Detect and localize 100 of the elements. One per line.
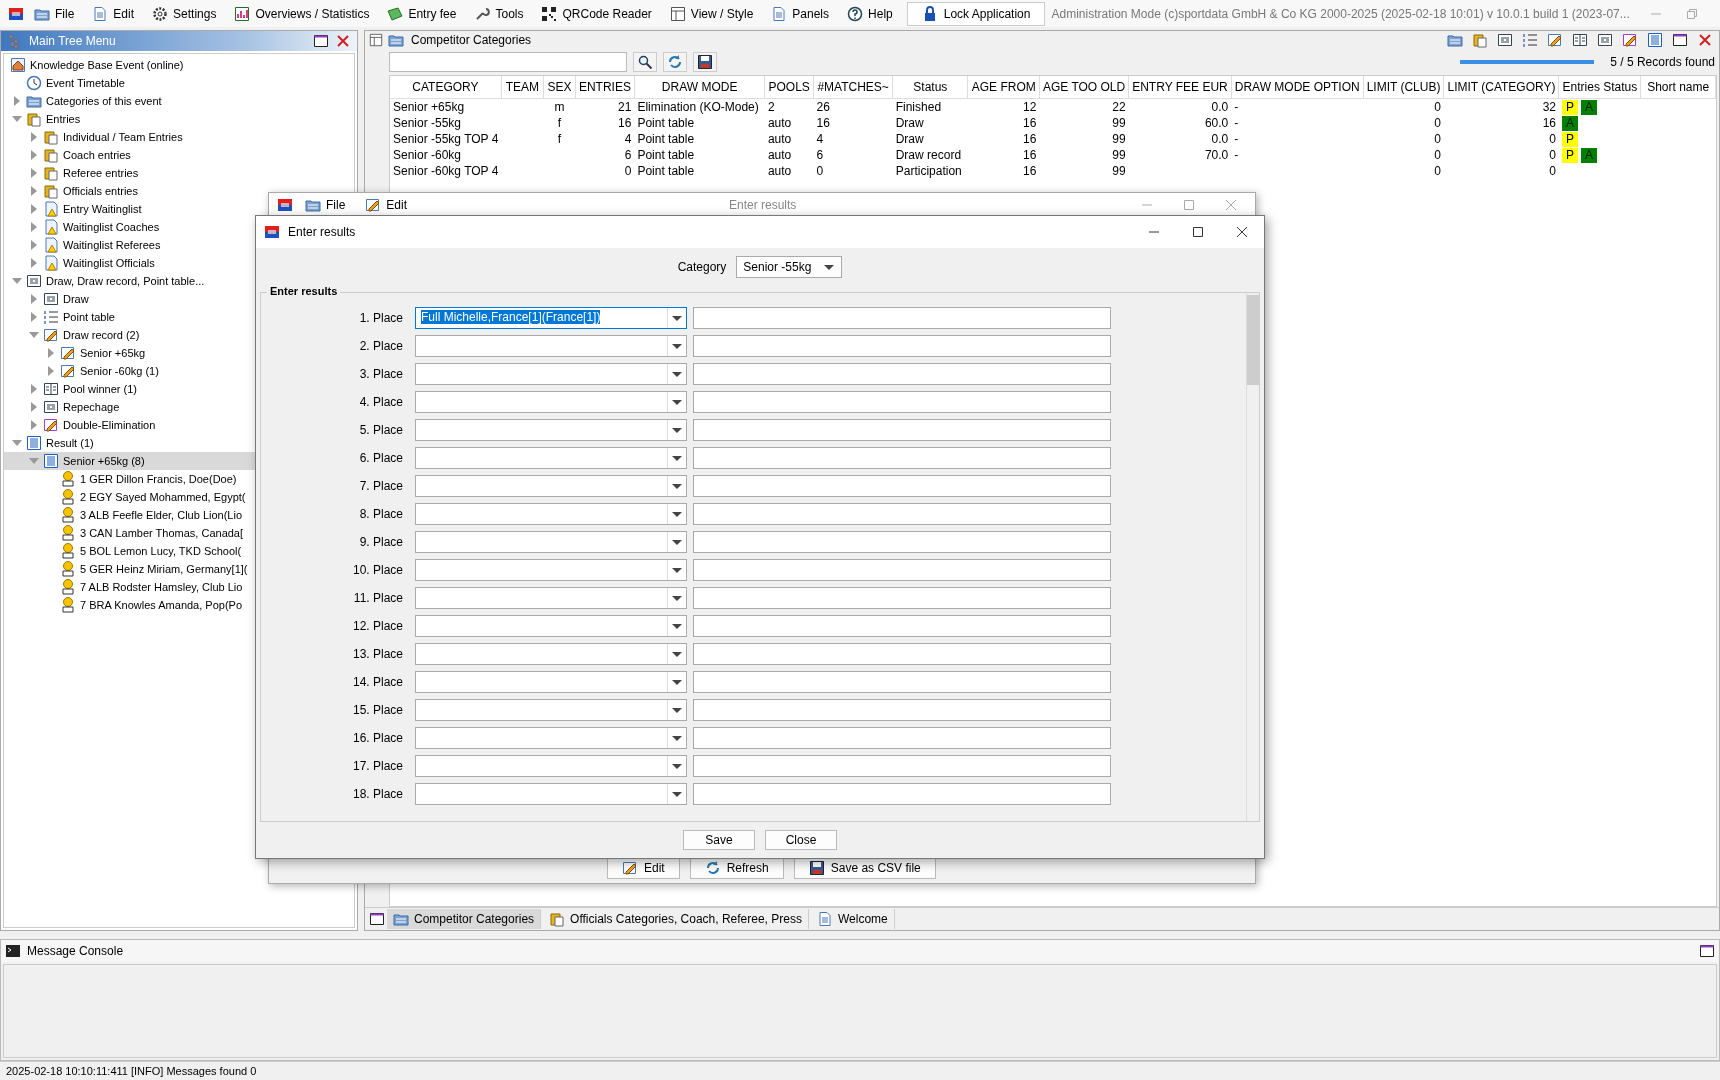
column-header[interactable]: DRAW MODE bbox=[634, 76, 765, 99]
menu-item[interactable]: Help bbox=[839, 3, 901, 24]
toolbar-button[interactable]: Edit bbox=[607, 857, 680, 879]
tree-item[interactable]: Repechage bbox=[4, 398, 354, 416]
expander-icon[interactable] bbox=[29, 294, 39, 304]
tree-item[interactable]: 5 GER Heinz Miriam, Germany[1]( bbox=[4, 560, 354, 578]
toolbar-button[interactable]: Save as CSV file bbox=[793, 857, 936, 879]
place-dropdown[interactable] bbox=[415, 475, 687, 497]
menu-item[interactable]: Entry fee bbox=[379, 3, 465, 24]
expander-icon[interactable] bbox=[29, 312, 39, 322]
tab[interactable]: Welcome bbox=[810, 909, 895, 929]
tree-item[interactable]: Senior -60kg (1) bbox=[4, 362, 354, 380]
column-header[interactable]: Entries Status bbox=[1559, 76, 1641, 99]
place-dropdown[interactable] bbox=[415, 419, 687, 441]
tree-item[interactable]: Coach entries bbox=[4, 146, 354, 164]
input-field[interactable] bbox=[693, 559, 1111, 581]
input-field[interactable] bbox=[693, 699, 1111, 721]
input-field[interactable] bbox=[693, 503, 1111, 525]
tree-item[interactable]: 7 ALB Rodster Hamsley, Club Lio bbox=[4, 578, 354, 596]
column-header[interactable]: TEAM bbox=[501, 76, 544, 99]
save-button[interactable] bbox=[693, 52, 717, 72]
input-field[interactable] bbox=[693, 783, 1111, 805]
input-field[interactable] bbox=[693, 475, 1111, 497]
toolbar-button[interactable]: Refresh bbox=[689, 857, 784, 879]
place-dropdown[interactable] bbox=[415, 727, 687, 749]
place-dropdown[interactable] bbox=[415, 391, 687, 413]
column-header[interactable]: CATEGORY bbox=[390, 76, 502, 99]
place-dropdown[interactable] bbox=[415, 615, 687, 637]
tab[interactable]: Competitor Categories bbox=[387, 909, 542, 929]
tree-item[interactable]: Entries bbox=[4, 110, 354, 128]
expander-icon[interactable] bbox=[29, 132, 39, 142]
place-dropdown[interactable] bbox=[415, 503, 687, 525]
place-dropdown[interactable] bbox=[415, 755, 687, 777]
expander-icon[interactable] bbox=[29, 168, 39, 178]
search-button[interactable] bbox=[633, 52, 657, 72]
input-field[interactable] bbox=[693, 727, 1111, 749]
search-field[interactable] bbox=[389, 52, 627, 72]
column-header[interactable]: AGE TOO OLD bbox=[1039, 76, 1129, 99]
tree-item[interactable]: Waitinglist Officials bbox=[4, 254, 354, 272]
tree-item[interactable]: 5 BOL Lemon Lucy, TKD School( bbox=[4, 542, 354, 560]
tree-item[interactable]: Pool winner (1) bbox=[4, 380, 354, 398]
input-field[interactable] bbox=[693, 335, 1111, 357]
column-header[interactable]: DRAW MODE OPTION bbox=[1231, 76, 1364, 99]
scrollbar[interactable] bbox=[1246, 293, 1259, 821]
place-dropdown[interactable] bbox=[415, 559, 687, 581]
tree-item[interactable]: 1 GER Dillon Francis, Doe(Doe) bbox=[4, 470, 354, 488]
place-dropdown[interactable] bbox=[415, 783, 687, 805]
expander-icon[interactable] bbox=[29, 222, 39, 232]
input-field[interactable] bbox=[693, 615, 1111, 637]
input-field[interactable] bbox=[693, 307, 1111, 329]
column-header[interactable]: POOLS bbox=[764, 76, 814, 99]
column-header[interactable]: LIMIT (CLUB) bbox=[1363, 76, 1444, 99]
place-dropdown[interactable] bbox=[415, 363, 687, 385]
expander-icon[interactable] bbox=[29, 420, 39, 430]
tree-item[interactable]: Result (1) bbox=[4, 434, 354, 452]
column-header[interactable]: #MATCHES~ bbox=[813, 76, 893, 99]
expander-icon[interactable] bbox=[29, 384, 39, 394]
expander-icon[interactable] bbox=[46, 348, 56, 358]
column-header[interactable]: Status bbox=[892, 76, 968, 99]
expander-icon[interactable] bbox=[29, 240, 39, 250]
input-field[interactable] bbox=[693, 755, 1111, 777]
input-field[interactable] bbox=[693, 531, 1111, 553]
tree-item[interactable]: Knowledge Base Event (online) bbox=[4, 56, 354, 74]
tree-item[interactable]: 3 CAN Lamber Thomas, Canada[ bbox=[4, 524, 354, 542]
tree-item[interactable]: Event Timetable bbox=[4, 74, 354, 92]
tree-item[interactable]: Double-Elimination bbox=[4, 416, 354, 434]
column-header[interactable]: AGE FROM bbox=[968, 76, 1040, 99]
expander-icon[interactable] bbox=[29, 456, 39, 466]
place-dropdown[interactable]: Full Michelle,France[1](France[1]) bbox=[415, 307, 687, 329]
expander-icon[interactable] bbox=[12, 96, 22, 106]
expander-icon[interactable] bbox=[29, 204, 39, 214]
place-dropdown[interactable] bbox=[415, 531, 687, 553]
menu-item[interactable]: Edit bbox=[357, 195, 416, 215]
input-field[interactable] bbox=[693, 643, 1111, 665]
column-header[interactable]: ENTRY FEE EUR bbox=[1128, 76, 1232, 99]
tab[interactable]: Officials Categories, Coach, Referee, Press bbox=[543, 909, 809, 929]
menu-item[interactable]: Panels bbox=[763, 3, 838, 24]
tree-item[interactable]: 7 BRA Knowles Amanda, Pop(Po bbox=[4, 596, 354, 614]
input-field[interactable] bbox=[693, 391, 1111, 413]
tree-item[interactable]: Draw record (2) bbox=[4, 326, 354, 344]
menu-item[interactable]: Edit bbox=[84, 3, 143, 24]
menu-item[interactable]: Settings bbox=[144, 3, 225, 24]
expander-icon[interactable] bbox=[12, 276, 22, 286]
column-header[interactable]: LIMIT (CATEGORY) bbox=[1443, 76, 1559, 99]
scroll-thumb[interactable] bbox=[1247, 295, 1259, 385]
tree-item[interactable]: 3 ALB Feefle Elder, Club Lion(Lio bbox=[4, 506, 354, 524]
column-header[interactable]: Short name bbox=[1640, 76, 1716, 99]
expander-icon[interactable] bbox=[12, 114, 22, 124]
tree-item[interactable]: Waitinglist Referees bbox=[4, 236, 354, 254]
menu-item[interactable]: Overviews / Statistics bbox=[226, 3, 378, 24]
place-dropdown[interactable] bbox=[415, 699, 687, 721]
tree-item[interactable]: Referee entries bbox=[4, 164, 354, 182]
input-field[interactable] bbox=[693, 447, 1111, 469]
tree-item[interactable]: 2 EGY Sayed Mohammed, Egypt( bbox=[4, 488, 354, 506]
tree-item[interactable]: Categories of this event bbox=[4, 92, 354, 110]
column-header[interactable]: ENTRIES bbox=[575, 76, 635, 99]
menu-item[interactable]: File bbox=[26, 3, 83, 24]
menu-item[interactable]: Tools bbox=[466, 3, 532, 24]
tree-item[interactable]: Senior +65kg bbox=[4, 344, 354, 362]
input-field[interactable] bbox=[693, 419, 1111, 441]
